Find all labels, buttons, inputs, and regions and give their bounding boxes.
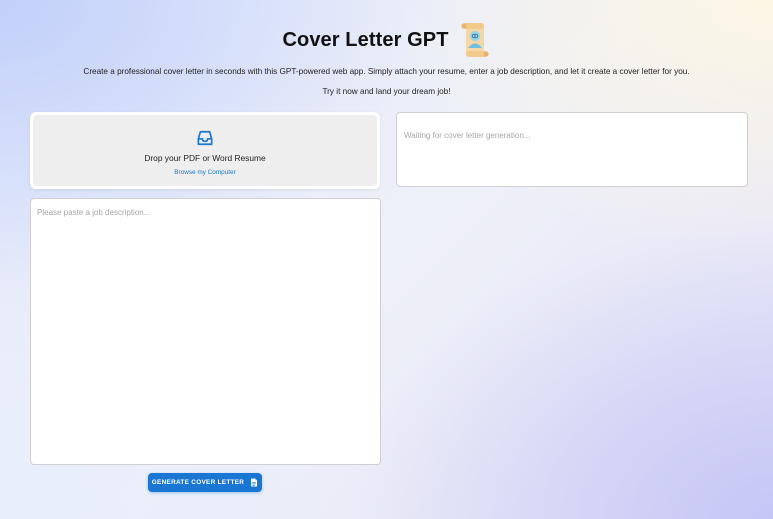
header: Cover Letter GPT: [0, 22, 773, 58]
page-title: Cover Letter GPT: [282, 28, 449, 51]
dropzone-label: Drop your PDF or Word Resume: [144, 153, 266, 163]
browse-computer-link[interactable]: Browse my Computer: [174, 169, 235, 176]
cover-letter-output[interactable]: Waiting for cover letter generation...: [396, 112, 748, 187]
document-icon: [251, 478, 258, 487]
generate-button-label: GENERATE COVER LETTER: [151, 479, 245, 486]
app-description: Create a professional cover letter in se…: [83, 67, 690, 76]
app-tagline: Try it now and land your dream job!: [322, 87, 451, 96]
output-placeholder: Waiting for cover letter generation...: [404, 131, 531, 140]
generate-cover-letter-button[interactable]: GENERATE COVER LETTER: [148, 473, 262, 492]
job-description-input[interactable]: [30, 198, 381, 465]
resume-dropzone-card: Drop your PDF or Word Resume Browse my C…: [30, 112, 380, 189]
scroll-robot-icon: [460, 23, 489, 57]
inbox-icon: [197, 130, 213, 146]
resume-dropzone[interactable]: Drop your PDF or Word Resume Browse my C…: [33, 115, 377, 186]
